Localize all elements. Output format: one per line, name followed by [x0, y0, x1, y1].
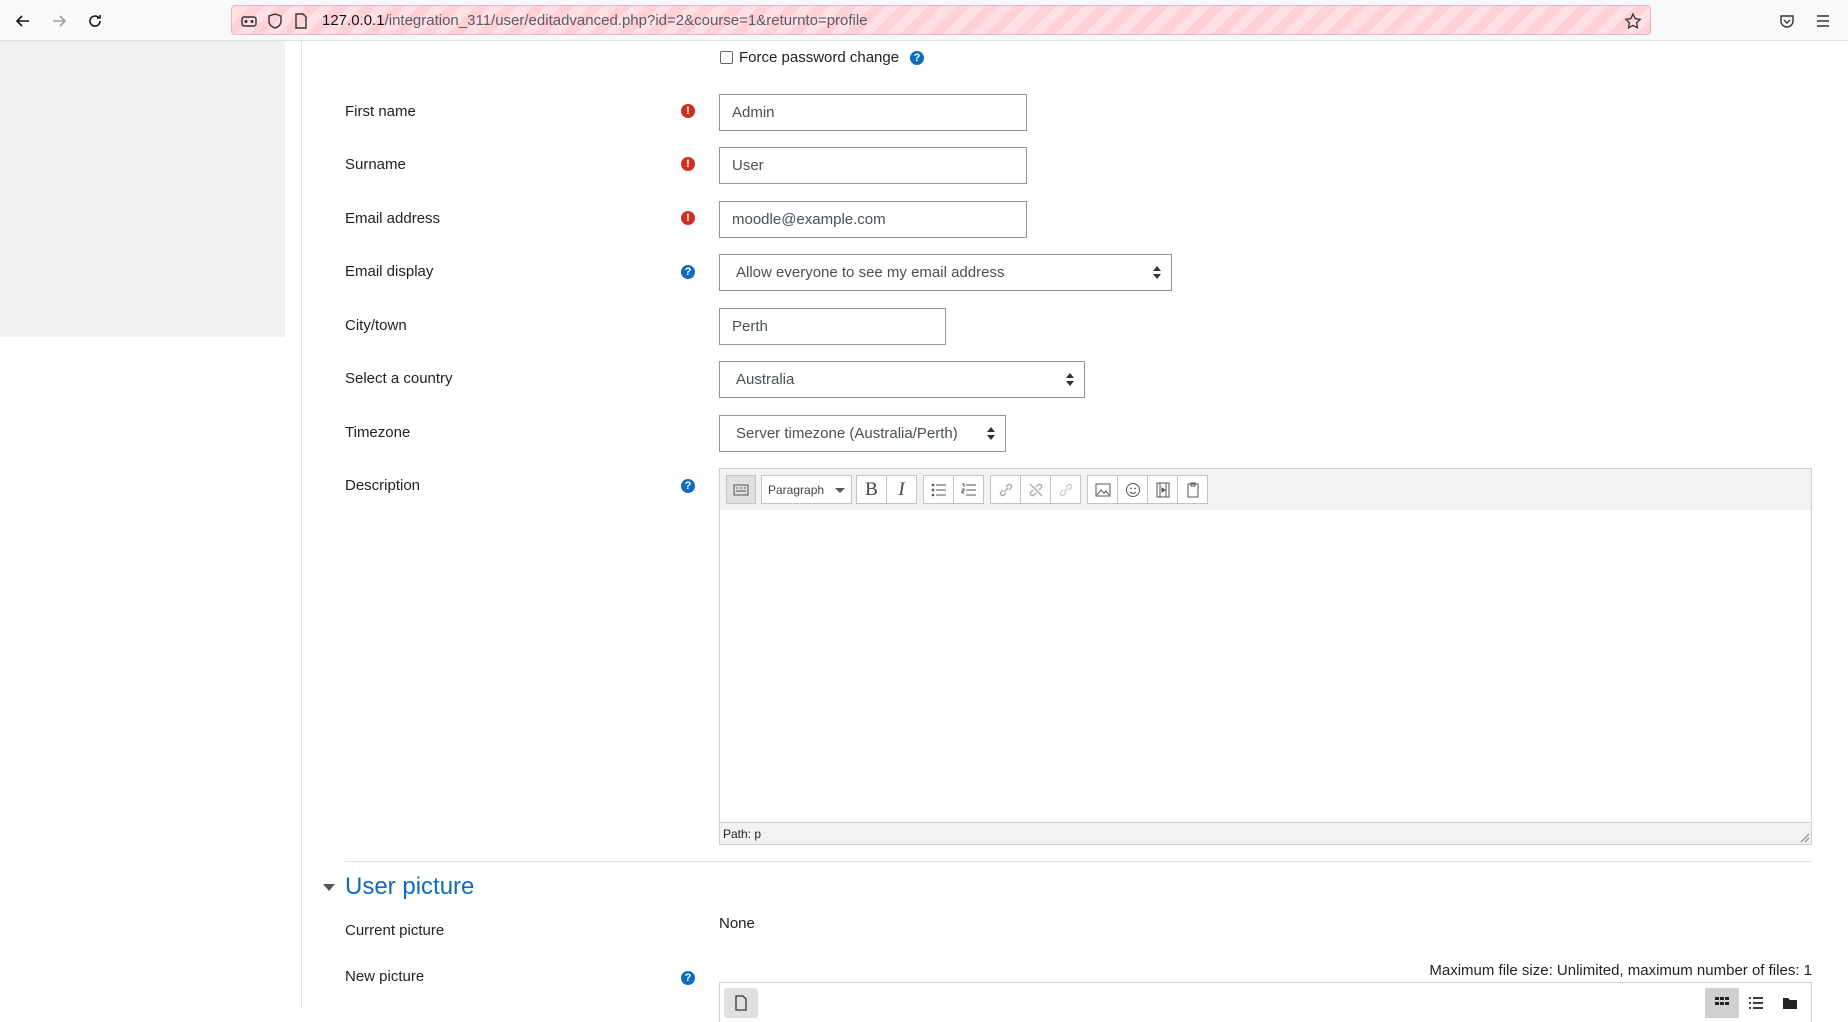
- link-icon[interactable]: [990, 475, 1021, 504]
- add-file-icon[interactable]: [724, 988, 758, 1018]
- editor-content-area[interactable]: [720, 510, 1811, 824]
- file-limits-text: Maximum file size: Unlimited, maximum nu…: [1429, 962, 1812, 979]
- editor-toolbar: Paragraph B I: [720, 469, 1811, 511]
- url-text[interactable]: 127.0.0.1/integration_311/user/editadvan…: [322, 12, 868, 29]
- anchor-link-icon[interactable]: [1050, 475, 1081, 504]
- shield-icon[interactable]: [266, 12, 284, 30]
- bold-icon[interactable]: B: [856, 475, 887, 504]
- help-icon[interactable]: ?: [681, 479, 695, 493]
- description-label: Description: [345, 477, 421, 494]
- force-password-change-label: Force password change: [739, 49, 900, 66]
- user-picture-section-title[interactable]: User picture: [345, 873, 474, 901]
- first-name-input[interactable]: [719, 94, 1027, 131]
- country-label: Select a country: [345, 370, 453, 387]
- email-label: Email address: [345, 210, 441, 227]
- current-picture-value: None: [719, 915, 755, 932]
- surname-label: Surname: [345, 156, 406, 173]
- media-icon[interactable]: [1147, 475, 1178, 504]
- force-password-change-checkbox[interactable]: [720, 51, 733, 64]
- italic-icon[interactable]: I: [886, 475, 917, 504]
- collapse-caret-icon[interactable]: [323, 884, 335, 891]
- timezone-label: Timezone: [345, 424, 411, 441]
- forward-icon[interactable]: [48, 10, 70, 32]
- address-bar[interactable]: 127.0.0.1/integration_311/user/editadvan…: [231, 5, 1651, 35]
- first-name-label: First name: [345, 103, 416, 120]
- section-divider: [345, 861, 1812, 862]
- help-icon[interactable]: ?: [910, 51, 924, 65]
- unlink-icon[interactable]: [1020, 475, 1051, 504]
- resize-handle-icon[interactable]: [1798, 831, 1810, 843]
- required-icon: !: [681, 211, 695, 225]
- timezone-value: Server timezone (Australia/Perth): [736, 425, 958, 442]
- page-icon[interactable]: [292, 12, 310, 30]
- file-picker: [719, 982, 1812, 1022]
- folder-view-icon[interactable]: [1773, 988, 1807, 1018]
- country-value: Australia: [736, 371, 795, 388]
- url-path: /integration_311/user/editadvanced.php?i…: [384, 12, 868, 29]
- chevron-down-icon: [835, 488, 845, 493]
- browser-toolbar: 127.0.0.1/integration_311/user/editadvan…: [0, 0, 1848, 41]
- email-display-label: Email display: [345, 263, 434, 280]
- list-view-icon[interactable]: [1739, 988, 1773, 1018]
- description-editor: Paragraph B I Path: p: [719, 468, 1812, 845]
- emoticon-icon[interactable]: [1117, 475, 1148, 504]
- city-input[interactable]: [719, 308, 946, 345]
- required-icon: !: [681, 157, 695, 171]
- current-picture-label: Current picture: [345, 922, 445, 939]
- bookmark-star-icon[interactable]: [1624, 12, 1642, 30]
- url-host: 127.0.0.1: [322, 12, 385, 29]
- divider: [301, 41, 302, 1009]
- country-select[interactable]: Australia: [719, 361, 1085, 398]
- image-icon[interactable]: [1087, 475, 1118, 504]
- new-picture-label: New picture: [345, 968, 425, 985]
- reload-icon[interactable]: [84, 10, 106, 32]
- email-display-value: Allow everyone to see my email address: [736, 264, 1005, 281]
- left-drawer: [0, 41, 285, 337]
- required-icon: !: [681, 104, 695, 118]
- show-more-buttons-icon[interactable]: [726, 475, 756, 504]
- unordered-list-icon[interactable]: [923, 475, 954, 504]
- grid-view-icon[interactable]: [1705, 988, 1739, 1018]
- pocket-icon[interactable]: [1776, 10, 1798, 32]
- paragraph-style-dropdown[interactable]: Paragraph: [761, 475, 852, 504]
- editor-path: Path: p: [720, 822, 1811, 844]
- menu-icon[interactable]: [1812, 10, 1834, 32]
- city-label: City/town: [345, 317, 407, 334]
- ordered-list-icon[interactable]: [953, 475, 984, 504]
- help-icon[interactable]: ?: [681, 971, 695, 985]
- paragraph-style-value: Paragraph: [768, 482, 825, 497]
- remote-control-icon[interactable]: [240, 12, 258, 30]
- manage-files-icon[interactable]: [1177, 475, 1208, 504]
- help-icon[interactable]: ?: [681, 265, 695, 279]
- email-display-select[interactable]: Allow everyone to see my email address: [719, 254, 1172, 291]
- email-input[interactable]: [719, 201, 1027, 238]
- timezone-select[interactable]: Server timezone (Australia/Perth): [719, 415, 1006, 452]
- surname-input[interactable]: [719, 147, 1027, 184]
- back-icon[interactable]: [12, 10, 34, 32]
